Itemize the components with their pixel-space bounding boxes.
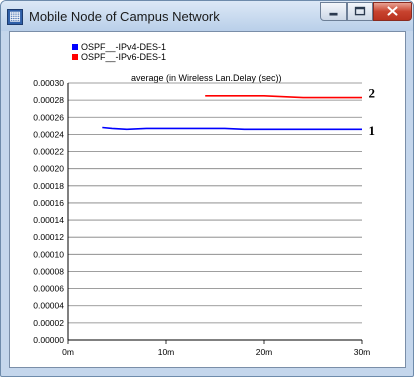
y-tick-label: 0.00002 (33, 318, 64, 328)
y-tick-label: 0.00028 (33, 95, 64, 105)
close-icon (387, 6, 398, 16)
y-tick-label: 0.00000 (33, 335, 64, 345)
y-tick-label: 0.00006 (33, 284, 64, 294)
series-line-ipv6 (205, 94, 362, 99)
y-tick-label: 0.00004 (33, 301, 64, 311)
y-tick-label: 0.00030 (33, 78, 64, 88)
y-tick-label: 0.00018 (33, 181, 64, 191)
close-button[interactable] (373, 2, 412, 21)
y-tick-label: 0.00014 (33, 215, 64, 225)
title-bar[interactable]: ▦ Mobile Node of Campus Network (1, 1, 413, 31)
y-tick-label: 0.00010 (33, 249, 64, 259)
y-tick-label: 0.00008 (33, 266, 64, 276)
y-tick-label: 0.00020 (33, 164, 64, 174)
maximize-button[interactable] (347, 2, 373, 21)
plot-area: 0.00000 0.00002 0.00004 0.00006 0.00008 0.000… (33, 78, 376, 357)
series-lines (102, 94, 362, 131)
y-axis-labels: 0.00000 0.00002 0.00004 0.00006 0.00008 0.000… (33, 78, 64, 345)
series-annotation-label: 2 (369, 85, 376, 100)
x-tick-label: 10m (158, 347, 175, 357)
maximize-icon (354, 6, 366, 16)
y-tick-label: 0.00012 (33, 232, 64, 242)
series-annotation-label: 1 (369, 123, 376, 138)
minimize-icon (329, 12, 338, 16)
y-tick-label: 0.00016 (33, 198, 64, 208)
x-axis-labels: 0m 10m 20m 30m (62, 347, 370, 357)
series-line-ipv4 (102, 126, 362, 131)
chart-window: ▦ Mobile Node of Campus Network OSPF__-I… (0, 0, 414, 377)
minimize-button[interactable] (320, 2, 347, 21)
grid-lines (67, 82, 363, 344)
y-tick-label: 0.00022 (33, 147, 64, 157)
series-annotations: 21 (369, 85, 376, 138)
app-window-icon: ▦ (7, 9, 23, 25)
x-tick-label: 30m (354, 347, 371, 357)
y-tick-label: 0.00026 (33, 112, 64, 122)
window-title: Mobile Node of Campus Network (29, 9, 220, 24)
x-tick-label: 0m (62, 347, 74, 357)
x-tick-label: 20m (256, 347, 273, 357)
chart-panel: OSPF__-IPv4-DES-1 OSPF__-IPv6-DES-1 aver… (9, 31, 406, 368)
y-tick-label: 0.00024 (33, 129, 64, 139)
